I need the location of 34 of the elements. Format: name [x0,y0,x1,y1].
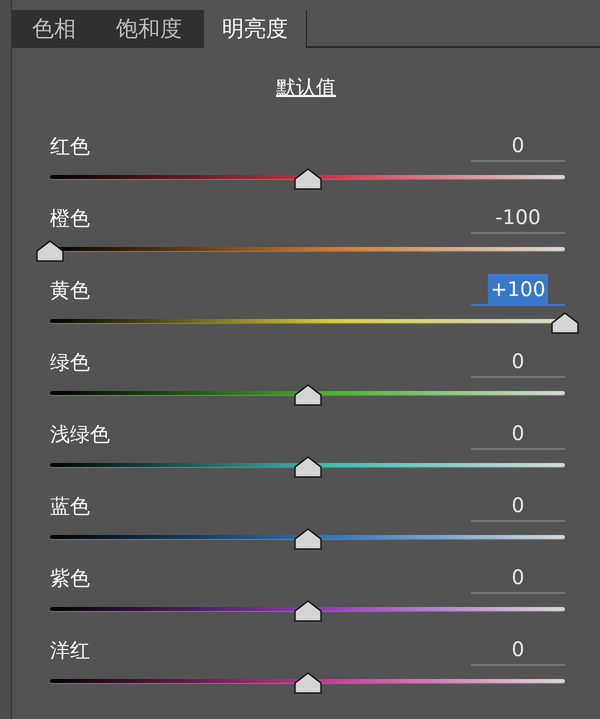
slider-label: 黄色 [50,277,90,304]
slider-thumb[interactable] [294,168,322,190]
tab[interactable]: 明亮度 [204,10,307,48]
slider-label: 紫色 [50,565,90,592]
slider-thumb[interactable] [36,240,64,262]
slider-thumb[interactable] [551,312,579,334]
value-text: 0 [512,132,524,159]
value-field[interactable]: -100 [471,202,565,234]
slider-thumb[interactable] [294,672,322,694]
value-text: +100 [488,274,548,304]
slider-thumb[interactable] [294,600,322,622]
slider-label: 红色 [50,133,90,160]
slider-label: 洋红 [50,637,90,664]
value-text: -100 [495,204,541,231]
value-text: 0 [512,492,524,519]
value-field[interactable]: 0 [471,418,565,450]
slider-label: 橙色 [50,205,90,232]
value-text: 0 [512,348,524,375]
slider-label: 浅绿色 [50,421,110,448]
slider-label: 绿色 [50,349,90,376]
value-field[interactable]: 0 [471,490,565,522]
default-link[interactable]: 默认值 [276,72,336,100]
value-field[interactable]: 0 [471,634,565,666]
value-field[interactable]: 0 [471,562,565,594]
slider-thumb[interactable] [294,384,322,406]
value-field[interactable]: 0 [471,130,565,162]
value-field[interactable]: 0 [471,346,565,378]
value-text: 0 [512,420,524,447]
slider-thumb[interactable] [294,528,322,550]
value-field[interactable]: +100 [471,274,565,306]
value-text: 0 [512,564,524,591]
value-text: 0 [512,636,524,663]
slider-label: 蓝色 [50,493,90,520]
slider-thumb[interactable] [294,456,322,478]
